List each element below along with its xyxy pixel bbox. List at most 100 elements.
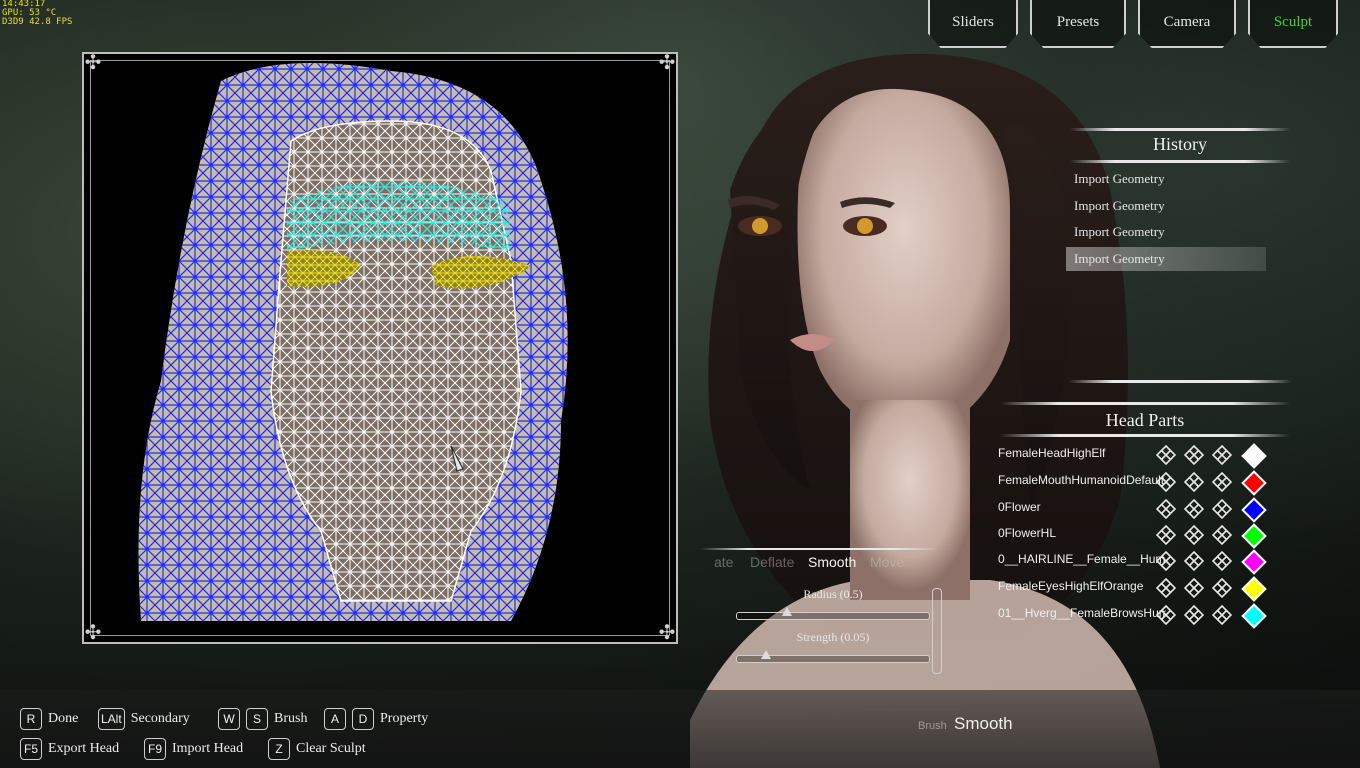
visibility-icon[interactable]	[1183, 524, 1205, 546]
radius-slider[interactable]	[736, 607, 930, 620]
key-lalt: LAlt	[98, 708, 125, 730]
tab-sculpt[interactable]: Sculpt	[1248, 0, 1338, 48]
lock-icon[interactable]	[1155, 471, 1177, 493]
hint-done-label: Done	[48, 711, 79, 726]
controls-scrollbar[interactable]	[932, 588, 942, 674]
history-item-selected[interactable]: Import Geometry	[1066, 247, 1266, 271]
lock-icon[interactable]	[1155, 577, 1177, 599]
head-part-name: FemaleMouthHumanoidDefault	[998, 473, 1165, 487]
edit-icon[interactable]	[1211, 604, 1233, 626]
hint-import-head-label: Import Head	[172, 741, 244, 756]
perf-fps: D3D9 42.8 FPS	[2, 17, 73, 27]
edit-icon[interactable]	[1211, 577, 1233, 599]
radius-label-group: Radius (0.5)	[728, 587, 938, 602]
history-item[interactable]: Import Geometry	[1066, 167, 1266, 191]
key-r: R	[20, 708, 42, 730]
visibility-icon[interactable]	[1183, 471, 1205, 493]
headparts-top-rule	[1000, 402, 1290, 405]
edit-icon[interactable]	[1211, 444, 1233, 466]
visibility-icon[interactable]	[1183, 444, 1205, 466]
head-part-row[interactable]: FemaleHeadHighElf	[998, 442, 1278, 469]
head-part-name: 0FlowerHL	[998, 526, 1057, 540]
visibility-icon[interactable]	[1183, 550, 1205, 572]
frame-corner-ornament: ✣	[84, 52, 102, 74]
hint-clear-sculpt[interactable]: Z Clear Sculpt	[268, 738, 366, 760]
sculpt-tabs-rule	[700, 548, 940, 550]
performance-overlay: 14:43:17 GPU: 53 °C D3D9 42.8 FPS	[2, 0, 72, 27]
lock-icon[interactable]	[1155, 444, 1177, 466]
hint-secondary[interactable]: LAlt Secondary	[98, 708, 190, 730]
brush-tab-inflate[interactable]: ate	[714, 554, 733, 570]
head-part-row[interactable]: FemaleEyesHighElfOrange	[998, 575, 1278, 602]
strength-label-group: Strength (0.05)	[728, 630, 938, 645]
edit-icon[interactable]	[1211, 471, 1233, 493]
strength-slider-handle[interactable]	[761, 650, 771, 659]
current-brush-name: Smooth	[954, 714, 1013, 733]
hint-brush[interactable]: W S Brush	[218, 708, 307, 730]
key-a: A	[324, 708, 346, 730]
edit-icon[interactable]	[1211, 498, 1233, 520]
lock-icon[interactable]	[1155, 550, 1177, 572]
color-swatch-icon[interactable]	[1241, 549, 1267, 575]
tab-camera-label: Camera	[1163, 13, 1211, 30]
history-item[interactable]: Import Geometry	[1066, 194, 1266, 218]
tab-sculpt-label: Sculpt	[1273, 13, 1313, 30]
brush-tab-smooth[interactable]: Smooth	[808, 554, 856, 570]
radius-value: (0.5)	[839, 587, 863, 601]
head-part-row[interactable]: 0FlowerHL	[998, 522, 1278, 549]
head-part-row[interactable]: FemaleMouthHumanoidDefault	[998, 469, 1278, 496]
hint-import-head[interactable]: F9 Import Head	[144, 738, 243, 760]
frame-corner-ornament: ✣	[658, 622, 676, 644]
color-swatch-icon[interactable]	[1241, 497, 1267, 523]
radius-slider-handle[interactable]	[782, 607, 792, 616]
key-d: D	[352, 708, 374, 730]
visibility-icon[interactable]	[1183, 604, 1205, 626]
key-f9: F9	[144, 738, 166, 760]
tab-sliders-label: Sliders	[952, 13, 994, 30]
headparts-title: Head Parts	[1105, 410, 1185, 430]
hint-done[interactable]: R Done	[20, 708, 78, 730]
color-swatch-icon[interactable]	[1241, 603, 1267, 629]
strength-slider[interactable]	[736, 650, 930, 663]
lock-icon[interactable]	[1155, 498, 1177, 520]
key-s: S	[246, 708, 268, 730]
frame-corner-ornament: ✣	[658, 52, 676, 74]
head-part-row[interactable]: 0__HAIRLINE__Female__Human_Straight	[998, 548, 1278, 575]
head-part-row[interactable]: 0Flower	[998, 496, 1278, 523]
color-swatch-icon[interactable]	[1241, 470, 1267, 496]
visibility-icon[interactable]	[1183, 498, 1205, 520]
brush-caption: Brush	[918, 720, 947, 732]
hint-clear-sculpt-label: Clear Sculpt	[296, 741, 366, 756]
edit-icon[interactable]	[1211, 550, 1233, 572]
hint-export-head[interactable]: F5 Export Head	[20, 738, 119, 760]
key-z: Z	[268, 738, 290, 760]
tab-presets-label: Presets	[1056, 13, 1100, 30]
history-item[interactable]: Import Geometry	[1066, 220, 1266, 244]
color-swatch-icon[interactable]	[1241, 443, 1267, 469]
strength-value: (0.05)	[840, 630, 870, 644]
frame-corner-ornament: ✣	[84, 622, 102, 644]
lock-icon[interactable]	[1155, 604, 1177, 626]
color-swatch-icon[interactable]	[1241, 523, 1267, 549]
edit-icon[interactable]	[1211, 524, 1233, 546]
radius-label: Radius	[803, 587, 837, 601]
headparts-title-rule	[1000, 434, 1290, 437]
head-part-row[interactable]: 01__Hverg__FemaleBrowsHuman	[998, 602, 1278, 629]
sculpt-viewport[interactable]: ✣ ✣ ✣ ✣	[82, 52, 678, 644]
key-w: W	[218, 708, 240, 730]
history-title: History	[1153, 134, 1207, 154]
head-part-name: FemaleEyesHighElfOrange	[998, 579, 1144, 593]
color-swatch-icon[interactable]	[1241, 576, 1267, 602]
head-part-name: 0__HAIRLINE__Female__Human_Straight	[998, 552, 1166, 566]
hint-property[interactable]: A D Property	[324, 708, 428, 730]
head-part-name: FemaleHeadHighElf	[998, 446, 1106, 460]
brush-tab-deflate[interactable]: Deflate	[750, 554, 794, 570]
brush-tab-move[interactable]: Move	[870, 554, 904, 570]
head-part-name: 0Flower	[998, 500, 1041, 514]
visibility-icon[interactable]	[1183, 577, 1205, 599]
headparts-separator-rule	[1068, 380, 1292, 383]
sculpt-brush-tabs: ate Deflate Smooth Move	[700, 548, 940, 576]
history-top-rule	[1070, 128, 1290, 131]
lock-icon[interactable]	[1155, 524, 1177, 546]
viewport-canvas[interactable]	[90, 60, 670, 636]
